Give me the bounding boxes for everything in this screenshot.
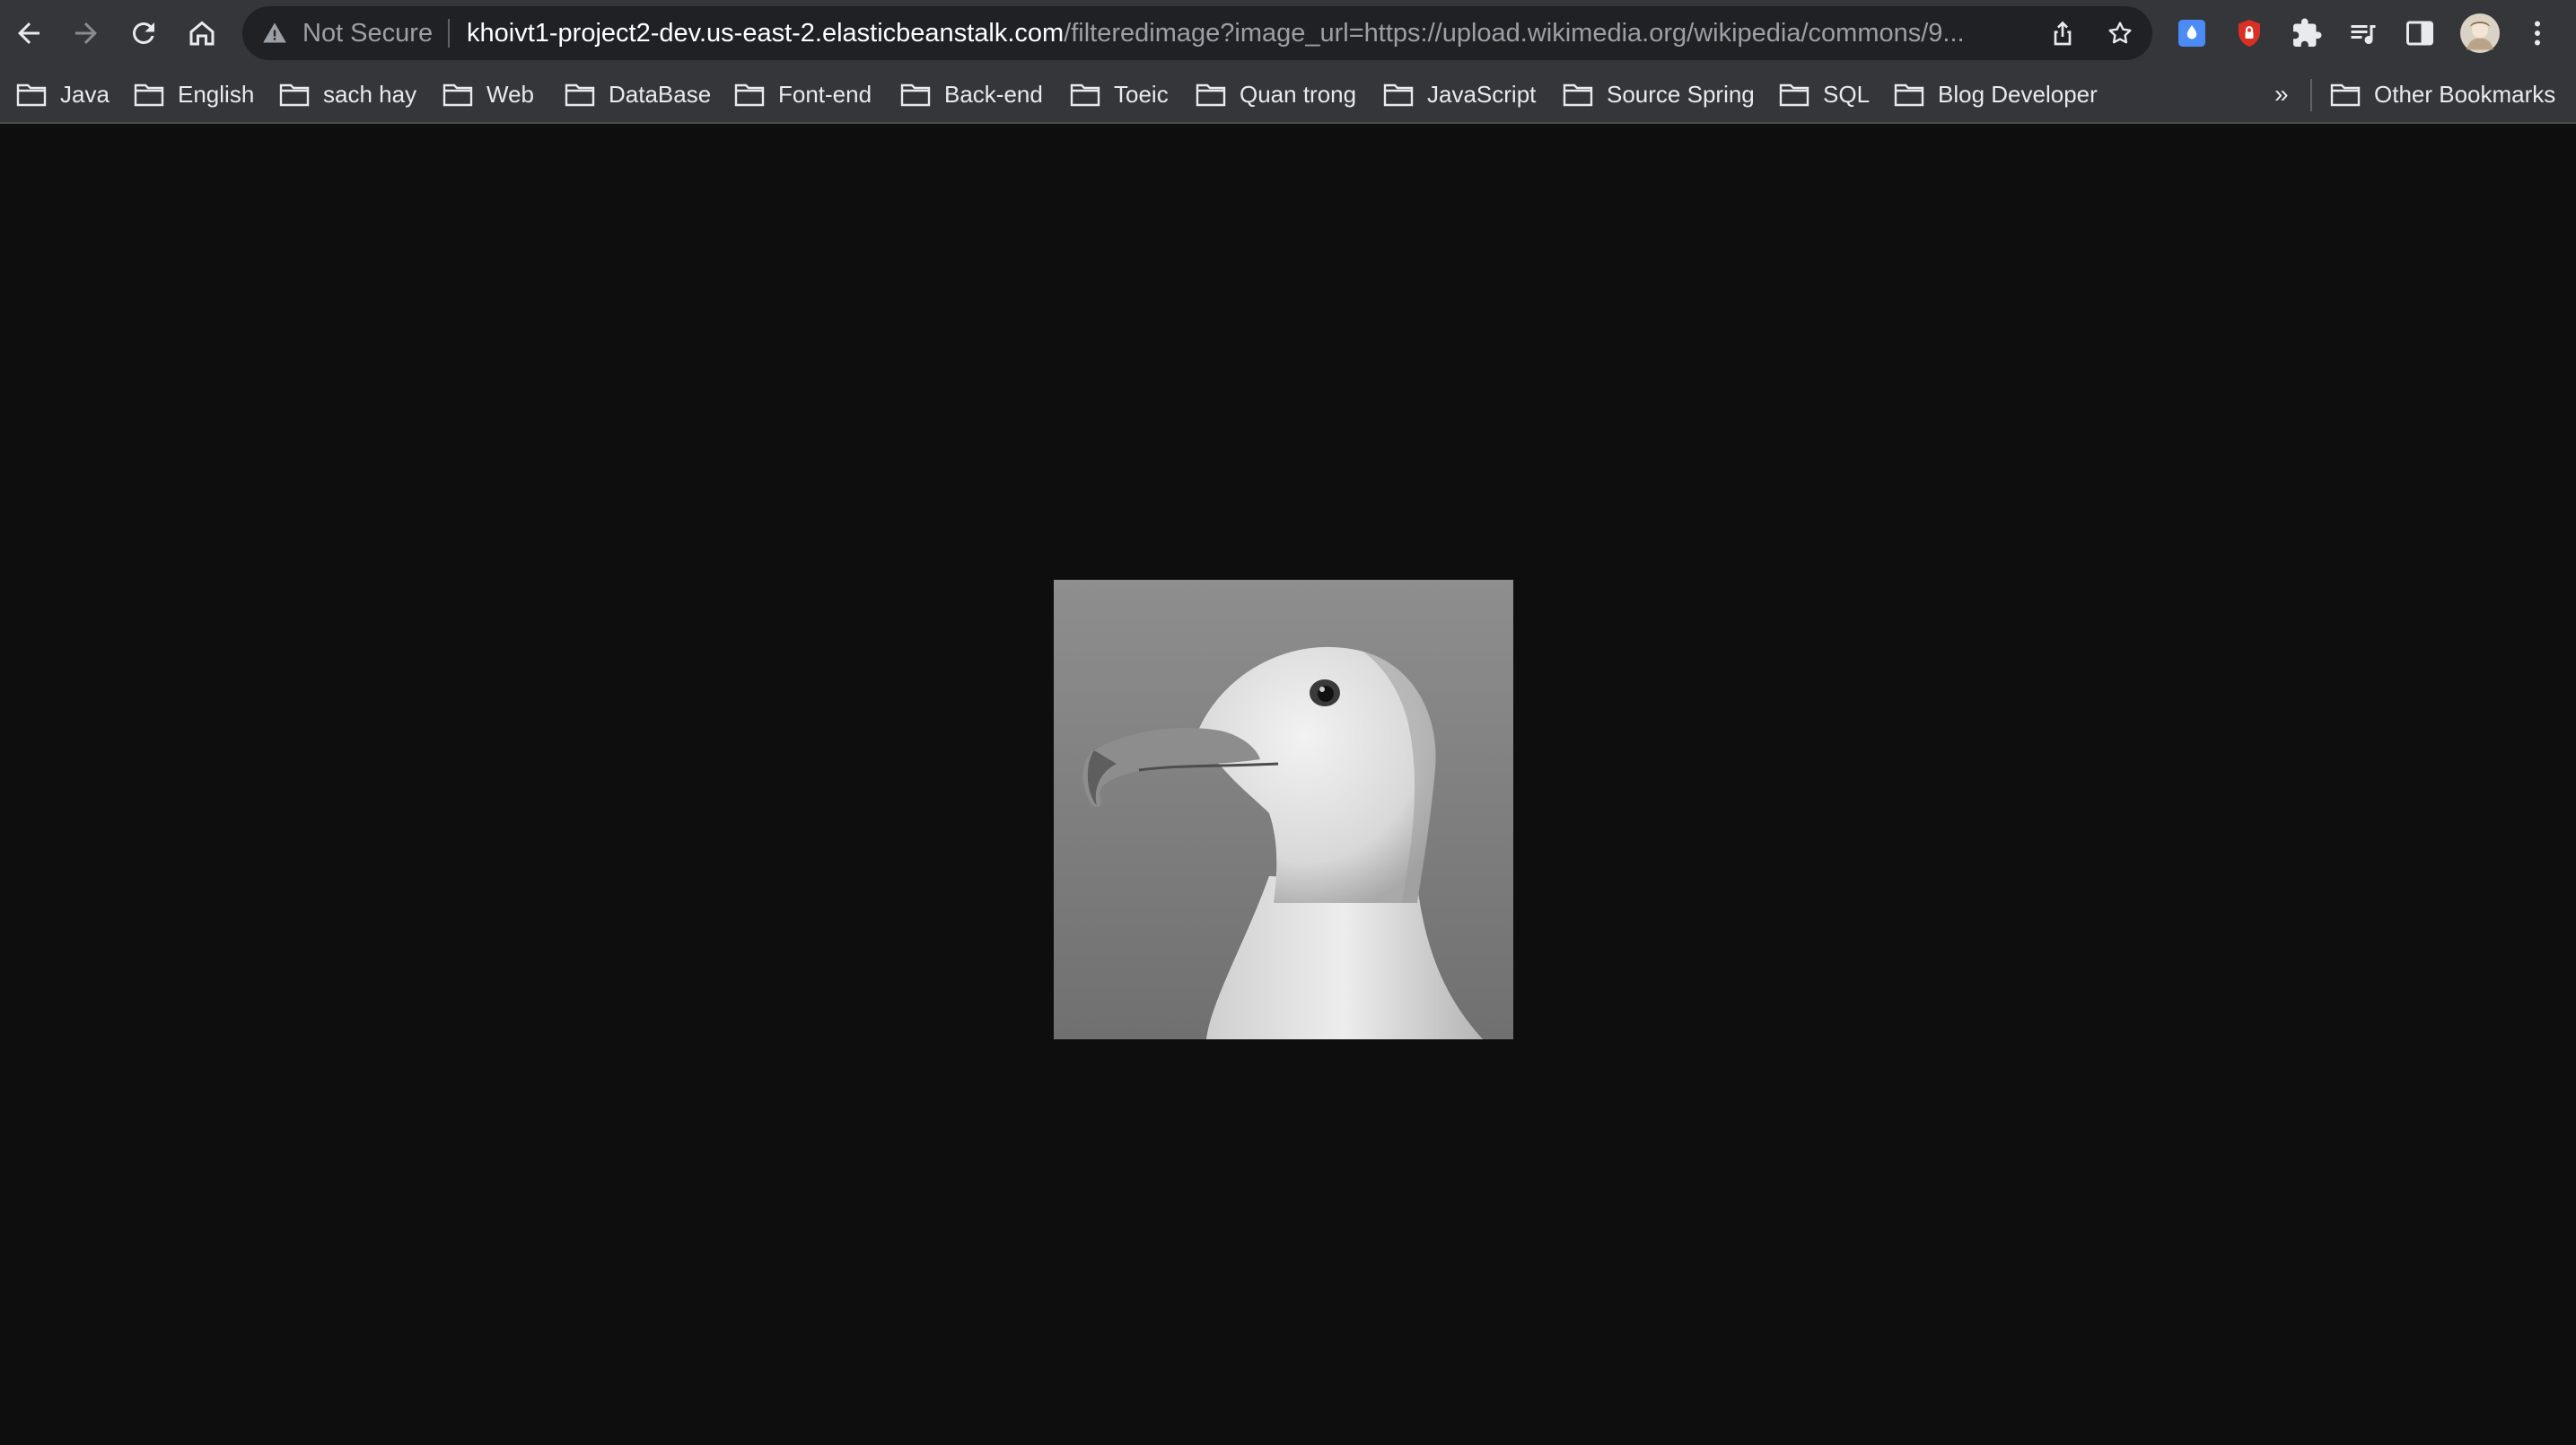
bookmark-label: JavaScript (1427, 80, 1537, 108)
folder-icon (1070, 83, 1100, 107)
folder-icon (900, 83, 931, 107)
folder-icon (2330, 83, 2361, 107)
bookmark-label: Quan trong (1240, 80, 1357, 108)
reading-list-button[interactable] (2345, 15, 2381, 51)
share-icon (2054, 21, 2072, 46)
bookmark-folder-sql[interactable]: SQL (1779, 66, 1870, 122)
bookmark-label: Java (60, 80, 110, 108)
arrow-left-icon (18, 22, 39, 44)
extension-shield-button[interactable] (2231, 15, 2267, 51)
bookmarks-overflow-button[interactable]: » (2274, 66, 2289, 122)
browser-toolbar: Not Secure khoivt1-project2-dev.us-east-… (0, 0, 2576, 66)
folder-icon (1196, 83, 1226, 107)
bookmark-label: SQL (1823, 80, 1871, 108)
bookmark-folder-back-end[interactable]: Back-end (900, 66, 1043, 122)
bookmark-label: English (178, 80, 255, 108)
bookmark-label: Other Bookmarks (2374, 80, 2556, 108)
side-panel-button[interactable] (2402, 15, 2438, 51)
bookmark-folder-font-end[interactable]: Font-end (734, 66, 872, 122)
bookmark-folder-toeic[interactable]: Toeic (1070, 66, 1169, 122)
folder-icon (1563, 83, 1593, 107)
bookmark-label: sach hay (323, 80, 417, 108)
folder-icon (134, 83, 164, 107)
puzzle-icon (2293, 18, 2322, 47)
star-icon (2108, 22, 2132, 44)
bookmark-folder-source-spring[interactable]: Source Spring (1563, 66, 1755, 122)
profile-button[interactable] (2459, 13, 2501, 54)
folder-icon (1779, 83, 1809, 107)
extension-droplet-button[interactable] (2174, 15, 2210, 51)
bookmark-folder-java[interactable]: Java (16, 66, 110, 122)
side-panel-icon (2406, 21, 2433, 46)
folder-icon (1383, 83, 1414, 107)
bookmarks-bar: Java English sach hay Web DataBase Font-… (0, 66, 2576, 124)
url-path: /filteredimage?image_url=https://upload.… (1064, 19, 1965, 48)
bookmark-folder-quan-trong[interactable]: Quan trong (1196, 66, 1356, 122)
bookmark-label: Blog Developer (1938, 80, 2098, 108)
bookmark-folder-javascript[interactable]: JavaScript (1383, 66, 1536, 122)
droplet-icon (2178, 20, 2205, 47)
folder-icon (565, 83, 595, 107)
reload-button[interactable] (118, 8, 169, 58)
page-viewport (0, 124, 2576, 1445)
bookmark-label: Back-end (944, 80, 1043, 108)
reload-icon (133, 22, 154, 44)
shield-lock-icon (2239, 20, 2260, 47)
security-status-label[interactable]: Not Secure (302, 6, 433, 60)
share-button[interactable] (2048, 19, 2077, 48)
back-button[interactable] (4, 8, 54, 58)
bookmark-folder-database[interactable]: DataBase (565, 66, 711, 122)
arrow-right-icon (75, 22, 97, 44)
folder-icon (442, 83, 473, 107)
bookmark-star-button[interactable] (2106, 19, 2134, 48)
bookmark-folder-blog-developer[interactable]: Blog Developer (1894, 66, 2098, 122)
forward-button[interactable] (61, 8, 111, 58)
warning-triangle-icon[interactable] (262, 21, 287, 46)
folder-icon (1894, 83, 1924, 107)
url-host: khoivt1-project2-dev.us-east-2.elasticbe… (467, 19, 1065, 48)
url-text[interactable]: khoivt1-project2-dev.us-east-2.elasticbe… (467, 6, 2011, 60)
avatar (2460, 13, 2500, 53)
bookmark-label: Font-end (778, 80, 872, 108)
bookmark-folder-web[interactable]: Web (442, 66, 534, 122)
gull-photo (1054, 580, 1513, 1039)
bookmarks-divider (2310, 79, 2312, 111)
bookmark-label: DataBase (609, 80, 712, 108)
bookmark-label: Source Spring (1607, 80, 1755, 108)
bookmark-label: Web (486, 80, 534, 108)
folder-icon (279, 83, 310, 107)
menu-button[interactable] (2519, 15, 2555, 51)
bookmark-label: Toeic (1114, 80, 1169, 108)
home-icon (189, 21, 215, 46)
bookmark-folder-english[interactable]: English (134, 66, 254, 122)
bookmark-folder-sach-hay[interactable]: sach hay (279, 66, 416, 122)
folder-icon (16, 83, 47, 107)
extensions-button[interactable] (2289, 15, 2325, 51)
home-button[interactable] (177, 8, 227, 58)
filtered-image (1054, 580, 1513, 1039)
address-bar[interactable]: Not Secure khoivt1-project2-dev.us-east-… (242, 6, 2152, 60)
reading-list-icon (2351, 25, 2376, 45)
bookmark-folder-other-bookmarks[interactable]: Other Bookmarks (2330, 66, 2555, 122)
kebab-menu-icon (2535, 21, 2540, 46)
folder-icon (734, 83, 765, 107)
omnibox-divider (448, 19, 450, 48)
